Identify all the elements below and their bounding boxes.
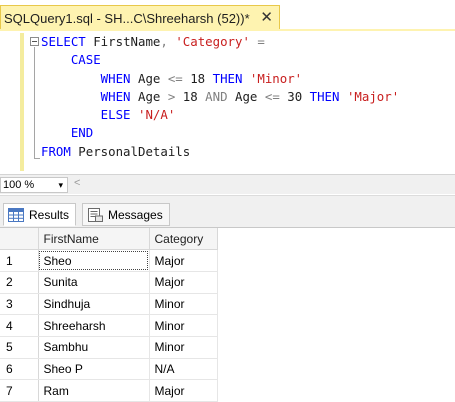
table-row[interactable]: 5 Sambhu Minor: [0, 336, 218, 359]
scroll-left-icon[interactable]: <: [74, 177, 80, 189]
sql-identifier: PersonalDetails: [70, 143, 191, 159]
sql-operator: <=: [264, 88, 280, 104]
code-line[interactable]: WHEN Age <= 18 THEN 'Minor': [41, 70, 399, 88]
tab-messages-label: Messages: [108, 207, 163, 222]
sql-keyword: SELECT: [41, 34, 86, 49]
column-header-category[interactable]: Category: [149, 228, 218, 251]
grid-icon: [8, 207, 24, 222]
table-row[interactable]: 3 Sindhuja Minor: [0, 293, 218, 316]
sql-keyword: WHEN: [41, 88, 131, 104]
sql-identifier: 18: [182, 70, 213, 86]
sql-identifier: Age: [227, 88, 265, 104]
header-row: FirstName Category: [0, 228, 218, 251]
messages-icon: [88, 207, 103, 222]
table-row[interactable]: 1 Sheo Major: [0, 249, 218, 272]
chevron-down-icon: ▾: [58, 180, 63, 190]
table-row[interactable]: 2 Sunita Major: [0, 271, 218, 294]
row-number[interactable]: 5: [0, 336, 39, 359]
table-row[interactable]: 6 Sheo P N/A: [0, 358, 218, 381]
code-line[interactable]: END: [41, 124, 399, 142]
sql-string: 'Category': [175, 34, 250, 49]
cell-firstname[interactable]: Shreeharsh: [38, 314, 150, 337]
zoom-dropdown[interactable]: 100 % ▾: [0, 177, 68, 193]
sql-identifier: 30: [279, 88, 310, 104]
row-number[interactable]: 4: [0, 314, 39, 337]
cell-category[interactable]: Major: [149, 271, 218, 294]
outline-line-end: [34, 158, 40, 159]
sql-operator: AND: [205, 88, 228, 104]
sql-keyword: WHEN: [41, 70, 131, 86]
sql-keyword: ELSE: [41, 107, 131, 123]
cell-category[interactable]: Major: [149, 249, 218, 272]
code-line[interactable]: SELECT FirstName, 'Category' =: [41, 33, 399, 51]
cell-firstname[interactable]: Sindhuja: [38, 293, 150, 316]
code-line[interactable]: WHEN Age > 18 AND Age <= 30 THEN 'Major': [41, 88, 399, 106]
sql-operator: <=: [167, 70, 183, 86]
sql-keyword: FROM: [41, 143, 71, 159]
sql-string: 'Minor': [249, 70, 303, 86]
row-number[interactable]: 3: [0, 293, 39, 316]
cell-category[interactable]: Minor: [149, 314, 218, 337]
cell-firstname[interactable]: Sheo P: [38, 358, 150, 381]
sql-string: 'Major': [346, 88, 400, 104]
sql-identifier: 18: [175, 88, 206, 104]
corner-cell[interactable]: [0, 228, 39, 251]
results-tab-strip: Results Messages: [0, 195, 455, 227]
cell-firstname[interactable]: Ram: [38, 379, 150, 402]
row-number[interactable]: 1: [0, 249, 39, 272]
cell-firstname[interactable]: Sheo: [38, 249, 150, 272]
sql-keyword: THEN: [212, 70, 243, 86]
sql-code[interactable]: SELECT FirstName, 'Category' = CASE WHEN…: [41, 33, 399, 161]
tab-messages[interactable]: Messages: [82, 203, 170, 226]
cell-firstname[interactable]: Sambhu: [38, 336, 150, 359]
editor-gutter: [2, 31, 20, 173]
sql-keyword: END: [41, 125, 94, 141]
cell-category[interactable]: Minor: [149, 336, 218, 359]
table-row[interactable]: 7 Ram Major: [0, 379, 218, 402]
close-tab-icon[interactable]: ✕: [260, 9, 273, 27]
row-number[interactable]: 6: [0, 358, 39, 381]
sql-keyword: CASE: [41, 52, 101, 68]
document-tab-strip: SQLQuery1.sql - SH...C\Shreeharsh (52))*…: [0, 0, 455, 31]
outline-line: [34, 47, 35, 159]
row-number[interactable]: 2: [0, 271, 39, 294]
code-line[interactable]: FROM PersonalDetails: [41, 143, 399, 161]
sql-identifier: FirstName: [85, 34, 161, 49]
sql-editor[interactable]: SELECT FirstName, 'Category' = CASE WHEN…: [0, 31, 455, 173]
collapse-region-icon[interactable]: [30, 37, 39, 46]
sql-identifier: [339, 89, 346, 104]
query-tab-title: SQLQuery1.sql - SH...C\Shreeharsh (52))*: [4, 10, 250, 26]
results-table: FirstName Category 1 Sheo Major 2 Sunita Majo…: [0, 228, 218, 402]
code-line[interactable]: ELSE 'N/A': [41, 106, 399, 124]
results-grid[interactable]: FirstName Category 1 Sheo Major 2 Sunita Majo…: [0, 227, 455, 402]
sql-identifier: [131, 107, 138, 122]
sql-operator: ,: [160, 34, 168, 49]
sql-identifier: Age: [130, 70, 168, 86]
cell-category[interactable]: Major: [149, 379, 218, 402]
row-number[interactable]: 7: [0, 379, 39, 402]
query-document-tab[interactable]: SQLQuery1.sql - SH...C\Shreeharsh (52))*…: [0, 5, 280, 30]
table-row[interactable]: 4 Shreeharsh Minor: [0, 314, 218, 337]
zoom-bar: 100 % ▾ <: [0, 174, 455, 194]
column-header-firstname[interactable]: FirstName: [38, 228, 150, 251]
tab-results[interactable]: Results: [3, 203, 77, 226]
cell-category[interactable]: Minor: [149, 293, 218, 316]
change-tracking-margin: [20, 33, 24, 171]
sql-keyword: THEN: [309, 88, 340, 104]
sql-identifier: [242, 71, 249, 86]
sql-operator: =: [257, 34, 265, 49]
sql-identifier: Age: [130, 88, 168, 104]
zoom-value: 100 %: [3, 179, 35, 191]
cell-category[interactable]: N/A: [149, 358, 218, 381]
sql-string: 'N/A': [138, 107, 176, 123]
code-line[interactable]: CASE: [41, 51, 399, 69]
cell-firstname[interactable]: Sunita: [38, 271, 150, 294]
tab-results-label: Results: [29, 207, 70, 222]
